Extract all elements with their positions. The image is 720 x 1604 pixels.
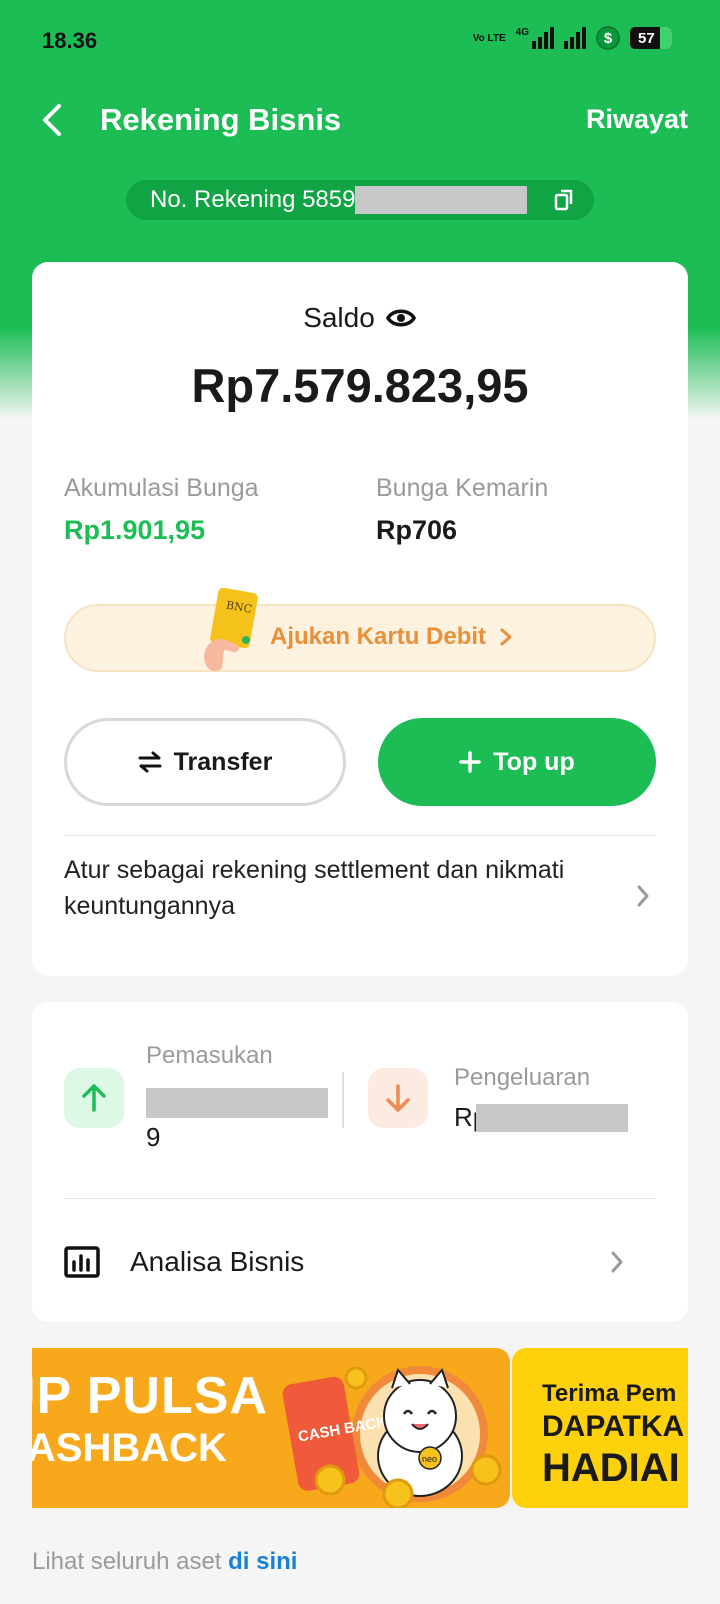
promo2-line1: Terima Pem: [542, 1380, 677, 1407]
balance-amount: Rp7.579.823,95: [191, 359, 529, 412]
divider: [64, 1198, 656, 1199]
arrow-down-icon: [386, 1084, 410, 1112]
expense-value-redacted: [476, 1104, 628, 1132]
yesterday-interest-value: Rp706: [376, 515, 458, 545]
promo-banner-cashback[interactable]: UP PULSA CASHBACK CASH BACK neo: [32, 1348, 510, 1508]
expense-icon: [368, 1068, 428, 1128]
arrow-up-icon: [82, 1084, 106, 1112]
debit-card-banner[interactable]: BNC Ajukan Kartu Debit: [64, 588, 656, 672]
see-all-assets-link[interactable]: di sini: [228, 1548, 297, 1575]
status-bar: 18.36 Vo LTE 4G $ 57: [0, 0, 720, 80]
debit-card-illustration: BNC: [204, 588, 258, 672]
promo2-line2: DAPATKA: [542, 1410, 685, 1443]
see-all-assets: Lihat seluruh aset di sini: [32, 1548, 297, 1576]
bar-chart-icon: [64, 1246, 100, 1278]
income-icon: [64, 1068, 124, 1128]
business-analysis-row[interactable]: Analisa Bisnis: [64, 1222, 656, 1302]
yesterday-interest: Bunga Kemarin Rp706: [376, 474, 548, 546]
chevron-right-icon: [637, 885, 649, 907]
plus-icon: [459, 751, 482, 773]
cash-app-icon: $: [596, 26, 620, 50]
chevron-left-icon: [43, 104, 61, 136]
promo2-line3: HADIAI: [542, 1446, 680, 1490]
svg-text:neo: neo: [422, 1454, 437, 1464]
back-button[interactable]: [34, 100, 70, 140]
history-button[interactable]: Riwayat: [586, 104, 688, 135]
divider: [64, 835, 656, 836]
business-analysis-label: Analisa Bisnis: [130, 1246, 305, 1277]
transfer-label: Transfer: [173, 747, 273, 776]
signal-icon: [564, 27, 586, 49]
status-time: 18.36: [42, 28, 98, 53]
volte-icon: Vo LTE: [472, 32, 506, 44]
status-icons: Vo LTE 4G $ 57: [473, 26, 672, 50]
battery-level: 57: [638, 29, 655, 47]
top-bar: Rekening Bisnis Riwayat: [0, 90, 720, 150]
accumulated-interest: Akumulasi Bunga Rp1.901,95: [64, 474, 259, 546]
accumulated-interest-label: Akumulasi Bunga: [64, 474, 259, 502]
promo-subheadline: CASHBACK: [32, 1426, 227, 1470]
vertical-divider: [342, 1072, 344, 1128]
debit-card-cta-label: Ajukan Kartu Debit: [270, 623, 487, 650]
see-all-assets-text: Lihat seluruh aset: [32, 1548, 229, 1575]
network-type-label: 4G: [515, 27, 529, 38]
account-number-label: No. Rekening 5859: [150, 186, 356, 213]
cashback-cat-illustration: CASH BACK neo: [282, 1366, 502, 1508]
transfer-button[interactable]: Transfer: [64, 718, 346, 806]
battery-icon: 57: [630, 27, 672, 49]
signal-4g-icon: 4G: [516, 27, 554, 49]
balance-card: Saldo Rp7.579.823,95 Akumulasi Bunga Rp1…: [32, 262, 688, 976]
expense-label: Pengeluaran: [454, 1064, 591, 1091]
eye-icon[interactable]: [385, 305, 417, 331]
topup-button[interactable]: Top up: [378, 718, 656, 806]
settlement-row[interactable]: Atur sebagai rekening settlement dan nik…: [64, 852, 656, 942]
topup-label: Top up: [493, 747, 575, 776]
income-value-tail: 9: [146, 1122, 161, 1152]
cashflow-card: Pemasukan 9 Pengeluaran Rp Analisa Bisni…: [32, 1002, 688, 1322]
accumulated-interest-value: Rp1.901,95: [64, 515, 206, 545]
promo-banner-reward[interactable]: Terima Pem DAPATKA HADIAI: [512, 1348, 688, 1508]
yesterday-interest-label: Bunga Kemarin: [376, 474, 549, 502]
copy-icon[interactable]: [554, 188, 574, 219]
income-label: Pemasukan: [146, 1042, 273, 1069]
chevron-right-icon: [611, 1251, 623, 1273]
promo-headline: UP PULSA: [32, 1367, 268, 1425]
saldo-label: Saldo: [303, 302, 375, 333]
account-number-pill: No. Rekening 5859: [126, 180, 594, 220]
chevron-right-icon: [500, 628, 512, 646]
account-number-redacted: [355, 186, 528, 214]
settlement-text: Atur sebagai rekening settlement dan nik…: [64, 856, 565, 920]
page-title: Rekening Bisnis: [100, 102, 342, 137]
transfer-arrows-icon: [138, 751, 162, 773]
debit-card-cta: Ajukan Kartu Debit: [270, 623, 513, 651]
income-value-redacted: [146, 1088, 328, 1118]
saldo-row: Saldo: [32, 302, 688, 334]
